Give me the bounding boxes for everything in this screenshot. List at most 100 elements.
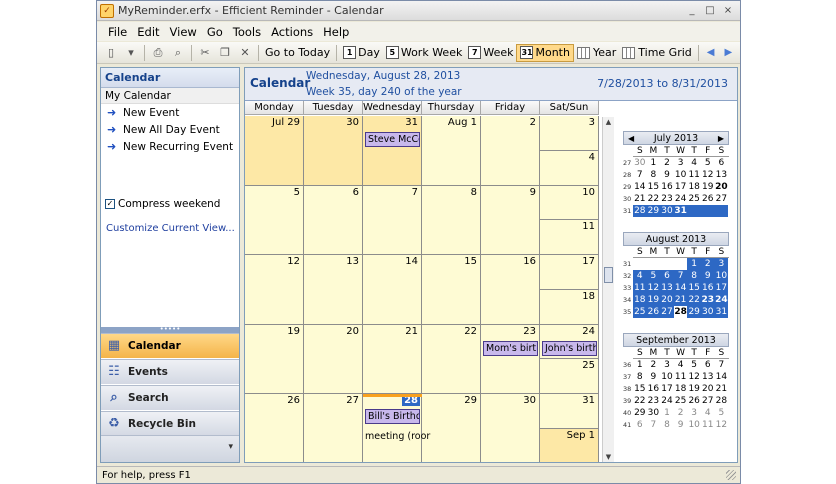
mini-day[interactable]: 19: [687, 383, 701, 395]
mini-day[interactable]: 26: [701, 193, 715, 205]
delete-icon[interactable]: ✕: [237, 45, 253, 61]
week-view-button[interactable]: 7 Week: [465, 44, 516, 62]
mini-day[interactable]: 22: [633, 395, 647, 407]
day-cell[interactable]: 31: [363, 116, 422, 186]
event-item[interactable]: John's birthd: [542, 340, 597, 356]
mini-day[interactable]: 4: [687, 157, 701, 169]
mini-day[interactable]: 7: [633, 169, 647, 181]
mini-day[interactable]: 24: [714, 294, 729, 306]
next-arrow-icon[interactable]: ▶: [719, 47, 737, 58]
saturday-cell[interactable]: 3: [540, 116, 599, 151]
nav-button-calendar[interactable]: ▦ Calendar: [101, 333, 239, 358]
menu-tools[interactable]: Tools: [228, 25, 266, 39]
mini-day[interactable]: 6: [660, 270, 674, 282]
mini-day[interactable]: 16: [647, 383, 661, 395]
saturday-cell[interactable]: 10: [540, 185, 599, 221]
day-cell[interactable]: 16: [481, 255, 540, 325]
mini-day[interactable]: 18: [633, 294, 647, 306]
mini-day[interactable]: 13: [701, 371, 715, 383]
event-text[interactable]: meeting (roor: [365, 431, 430, 442]
day-cell[interactable]: 7: [363, 185, 422, 255]
mini-day[interactable]: 25: [633, 306, 647, 318]
mini-day[interactable]: 7: [647, 419, 661, 431]
mini-day[interactable]: 5: [687, 359, 701, 371]
minimize-button[interactable]: _: [684, 4, 700, 18]
new-event-link[interactable]: ➜ New Event: [101, 105, 239, 121]
mini-day[interactable]: 1: [660, 407, 674, 419]
mini-day[interactable]: 5: [646, 270, 661, 282]
mini-day[interactable]: 16: [660, 181, 674, 193]
sunday-cell[interactable]: 18: [540, 289, 599, 325]
day-cell[interactable]: 27: [304, 394, 363, 462]
copy-icon[interactable]: ❐: [217, 45, 233, 61]
mini-day[interactable]: 8: [687, 270, 701, 282]
mini-day[interactable]: 29: [687, 306, 701, 318]
mini-day[interactable]: 1: [687, 258, 701, 270]
mini-day[interactable]: 12: [701, 169, 715, 181]
chevron-down-icon[interactable]: ▾: [228, 442, 233, 452]
menu-edit[interactable]: Edit: [132, 25, 164, 39]
mini-day[interactable]: 20: [715, 181, 729, 193]
day-cell[interactable]: Aug 1: [422, 116, 481, 186]
mini-day[interactable]: 11: [633, 282, 647, 294]
mini-day[interactable]: 17: [660, 383, 674, 395]
mini-day[interactable]: 10: [687, 419, 701, 431]
day-cell[interactable]: 28: [363, 394, 422, 462]
previous-arrow-icon[interactable]: ◀: [702, 47, 720, 58]
mini-day[interactable]: 20: [660, 294, 674, 306]
mini-day[interactable]: 18: [674, 383, 688, 395]
menu-actions[interactable]: Actions: [266, 25, 318, 39]
day-cell[interactable]: 8: [422, 185, 481, 255]
mini-day[interactable]: 2: [660, 157, 674, 169]
year-view-button[interactable]: Year: [574, 44, 619, 62]
mini-day[interactable]: 22: [647, 193, 661, 205]
mini-day[interactable]: 17: [674, 181, 688, 193]
mini-day[interactable]: 29: [646, 205, 661, 217]
mini-day[interactable]: 3: [714, 258, 729, 270]
print-icon[interactable]: ⎙: [150, 45, 166, 61]
mini-day[interactable]: 9: [700, 270, 715, 282]
mini-day[interactable]: 11: [687, 169, 701, 181]
day-cell[interactable]: 21: [363, 324, 422, 394]
mini-day[interactable]: 24: [660, 395, 674, 407]
mini-day[interactable]: 14: [633, 181, 647, 193]
mini-day[interactable]: 4: [633, 270, 647, 282]
mini-day[interactable]: 21: [715, 383, 729, 395]
mini-day[interactable]: 15: [687, 282, 701, 294]
cut-icon[interactable]: ✂: [197, 45, 213, 61]
day-cell[interactable]: 30: [481, 394, 540, 462]
day-cell[interactable]: 23: [481, 324, 540, 394]
nav-button-search[interactable]: ⌕ Search: [101, 385, 239, 410]
day-cell[interactable]: Jul 29: [245, 116, 304, 186]
mini-day[interactable]: 28: [673, 306, 688, 318]
mini-day[interactable]: 2: [700, 258, 715, 270]
mini-day[interactable]: 21: [673, 294, 688, 306]
mini-day[interactable]: 11: [674, 371, 688, 383]
work-week-view-button[interactable]: 5 Work Week: [383, 44, 466, 62]
mini-day[interactable]: 19: [646, 294, 661, 306]
mini-day[interactable]: 1: [647, 157, 661, 169]
mini-day[interactable]: 30: [660, 205, 674, 217]
mini-day[interactable]: 7: [715, 359, 729, 371]
mini-day[interactable]: 23: [700, 294, 715, 306]
my-calendar-item[interactable]: My Calendar: [101, 88, 239, 104]
mini-day[interactable]: 9: [647, 371, 661, 383]
mini-day[interactable]: 10: [660, 371, 674, 383]
mini-day[interactable]: 24: [674, 193, 688, 205]
day-cell[interactable]: 22: [422, 324, 481, 394]
new-all-day-event-link[interactable]: ➜ New All Day Event: [101, 122, 239, 138]
mini-day[interactable]: 6: [701, 359, 715, 371]
day-cell[interactable]: 5: [245, 185, 304, 255]
mini-day[interactable]: 26: [646, 306, 661, 318]
day-cell[interactable]: 13: [304, 255, 363, 325]
close-button[interactable]: ×: [720, 4, 736, 18]
print-preview-icon[interactable]: ⌕: [170, 45, 186, 61]
mini-day[interactable]: 15: [647, 181, 661, 193]
mini-day[interactable]: 3: [687, 407, 701, 419]
mini-day[interactable]: 8: [660, 419, 674, 431]
mini-day[interactable]: 20: [701, 383, 715, 395]
mini-day[interactable]: 30: [633, 157, 647, 169]
mini-day[interactable]: 12: [646, 282, 661, 294]
sunday-cell[interactable]: 4: [540, 150, 599, 186]
mini-day[interactable]: 8: [647, 169, 661, 181]
